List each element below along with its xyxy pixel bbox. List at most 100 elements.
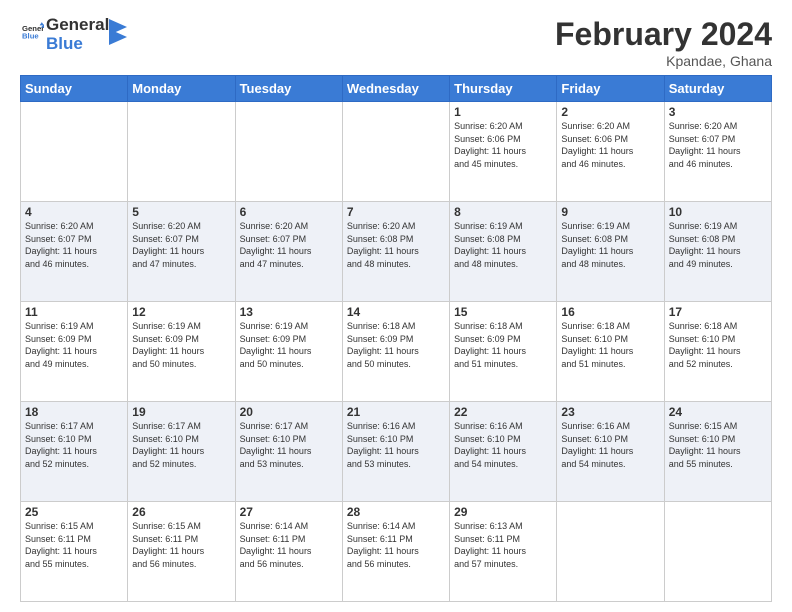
day-info: Sunrise: 6:18 AM Sunset: 6:09 PM Dayligh… [347,320,445,370]
table-row: 23Sunrise: 6:16 AM Sunset: 6:10 PM Dayli… [557,402,664,502]
table-row: 16Sunrise: 6:18 AM Sunset: 6:10 PM Dayli… [557,302,664,402]
table-row [21,102,128,202]
table-row: 9Sunrise: 6:19 AM Sunset: 6:08 PM Daylig… [557,202,664,302]
day-info: Sunrise: 6:15 AM Sunset: 6:10 PM Dayligh… [669,420,767,470]
day-info: Sunrise: 6:20 AM Sunset: 6:07 PM Dayligh… [132,220,230,270]
day-number: 15 [454,305,552,319]
day-info: Sunrise: 6:19 AM Sunset: 6:09 PM Dayligh… [132,320,230,370]
page: General Blue General Blue February 2024 … [0,0,792,612]
table-row: 15Sunrise: 6:18 AM Sunset: 6:09 PM Dayli… [450,302,557,402]
day-number: 7 [347,205,445,219]
table-row [342,102,449,202]
table-row: 28Sunrise: 6:14 AM Sunset: 6:11 PM Dayli… [342,502,449,602]
day-number: 18 [25,405,123,419]
day-number: 24 [669,405,767,419]
day-number: 3 [669,105,767,119]
table-row: 26Sunrise: 6:15 AM Sunset: 6:11 PM Dayli… [128,502,235,602]
day-number: 23 [561,405,659,419]
logo-icon: General Blue [22,21,44,43]
day-number: 2 [561,105,659,119]
table-row [235,102,342,202]
day-info: Sunrise: 6:18 AM Sunset: 6:09 PM Dayligh… [454,320,552,370]
calendar-week-row: 4Sunrise: 6:20 AM Sunset: 6:07 PM Daylig… [21,202,772,302]
table-row: 21Sunrise: 6:16 AM Sunset: 6:10 PM Dayli… [342,402,449,502]
col-monday: Monday [128,76,235,102]
col-sunday: Sunday [21,76,128,102]
day-number: 25 [25,505,123,519]
day-number: 14 [347,305,445,319]
day-number: 20 [240,405,338,419]
calendar-table: Sunday Monday Tuesday Wednesday Thursday… [20,75,772,602]
day-info: Sunrise: 6:20 AM Sunset: 6:07 PM Dayligh… [25,220,123,270]
day-number: 17 [669,305,767,319]
table-row: 11Sunrise: 6:19 AM Sunset: 6:09 PM Dayli… [21,302,128,402]
table-row: 7Sunrise: 6:20 AM Sunset: 6:08 PM Daylig… [342,202,449,302]
table-row: 17Sunrise: 6:18 AM Sunset: 6:10 PM Dayli… [664,302,771,402]
day-info: Sunrise: 6:13 AM Sunset: 6:11 PM Dayligh… [454,520,552,570]
day-info: Sunrise: 6:16 AM Sunset: 6:10 PM Dayligh… [454,420,552,470]
calendar-week-row: 1Sunrise: 6:20 AM Sunset: 6:06 PM Daylig… [21,102,772,202]
table-row: 14Sunrise: 6:18 AM Sunset: 6:09 PM Dayli… [342,302,449,402]
logo: General Blue General Blue [20,16,127,53]
day-number: 10 [669,205,767,219]
col-friday: Friday [557,76,664,102]
day-info: Sunrise: 6:20 AM Sunset: 6:06 PM Dayligh… [454,120,552,170]
day-number: 29 [454,505,552,519]
table-row: 18Sunrise: 6:17 AM Sunset: 6:10 PM Dayli… [21,402,128,502]
day-info: Sunrise: 6:18 AM Sunset: 6:10 PM Dayligh… [669,320,767,370]
table-row: 2Sunrise: 6:20 AM Sunset: 6:06 PM Daylig… [557,102,664,202]
day-info: Sunrise: 6:19 AM Sunset: 6:09 PM Dayligh… [25,320,123,370]
header: General Blue General Blue February 2024 … [20,16,772,69]
day-info: Sunrise: 6:18 AM Sunset: 6:10 PM Dayligh… [561,320,659,370]
table-row: 12Sunrise: 6:19 AM Sunset: 6:09 PM Dayli… [128,302,235,402]
day-info: Sunrise: 6:19 AM Sunset: 6:08 PM Dayligh… [669,220,767,270]
day-number: 1 [454,105,552,119]
day-info: Sunrise: 6:16 AM Sunset: 6:10 PM Dayligh… [347,420,445,470]
day-info: Sunrise: 6:14 AM Sunset: 6:11 PM Dayligh… [347,520,445,570]
day-info: Sunrise: 6:19 AM Sunset: 6:08 PM Dayligh… [454,220,552,270]
calendar-week-row: 18 Sunrise: 6:17 AM Sunset: 6:10 PM Dayli… [21,402,772,502]
table-row: 3Sunrise: 6:20 AM Sunset: 6:07 PM Daylig… [664,102,771,202]
calendar-header-row: Sunday Monday Tuesday Wednesday Thursday… [21,76,772,102]
col-thursday: Thursday [450,76,557,102]
day-info: Sunrise: 6:17 AM Sunset: 6:10 PM Dayligh… [240,420,338,470]
day-number: 9 [561,205,659,219]
table-row: 5Sunrise: 6:20 AM Sunset: 6:07 PM Daylig… [128,202,235,302]
day-number: 13 [240,305,338,319]
table-row [128,102,235,202]
day-info: Sunrise: 6:15 AM Sunset: 6:11 PM Dayligh… [132,520,230,570]
col-wednesday: Wednesday [342,76,449,102]
day-number: 5 [132,205,230,219]
location: Kpandae, Ghana [555,53,772,69]
day-number: 19 [132,405,230,419]
day-info: Sunrise: 6:19 AM Sunset: 6:08 PM Dayligh… [561,220,659,270]
day-number: 27 [240,505,338,519]
table-row: 1Sunrise: 6:20 AM Sunset: 6:06 PM Daylig… [450,102,557,202]
day-info: Sunrise: 6:20 AM Sunset: 6:07 PM Dayligh… [669,120,767,170]
table-row: 19Sunrise: 6:17 AM Sunset: 6:10 PM Dayli… [128,402,235,502]
day-number: 28 [347,505,445,519]
day-info: Sunrise: 6:16 AM Sunset: 6:10 PM Dayligh… [561,420,659,470]
day-number: 22 [454,405,552,419]
col-saturday: Saturday [664,76,771,102]
month-title: February 2024 [555,16,772,53]
table-row: 8Sunrise: 6:19 AM Sunset: 6:08 PM Daylig… [450,202,557,302]
day-number: 12 [132,305,230,319]
table-row: 25Sunrise: 6:15 AM Sunset: 6:11 PM Dayli… [21,502,128,602]
table-row [664,502,771,602]
day-info: Sunrise: 6:14 AM Sunset: 6:11 PM Dayligh… [240,520,338,570]
svg-text:Blue: Blue [22,32,39,41]
table-row: 6Sunrise: 6:20 AM Sunset: 6:07 PM Daylig… [235,202,342,302]
logo-chevron-icon [109,19,127,47]
table-row: 29Sunrise: 6:13 AM Sunset: 6:11 PM Dayli… [450,502,557,602]
day-number: 4 [25,205,123,219]
day-number: 8 [454,205,552,219]
table-row: 27Sunrise: 6:14 AM Sunset: 6:11 PM Dayli… [235,502,342,602]
day-number: 11 [25,305,123,319]
table-row: 22Sunrise: 6:16 AM Sunset: 6:10 PM Dayli… [450,402,557,502]
day-number: 26 [132,505,230,519]
logo-blue: Blue [46,35,109,54]
day-info: Sunrise: 6:20 AM Sunset: 6:07 PM Dayligh… [240,220,338,270]
day-number: 16 [561,305,659,319]
col-tuesday: Tuesday [235,76,342,102]
